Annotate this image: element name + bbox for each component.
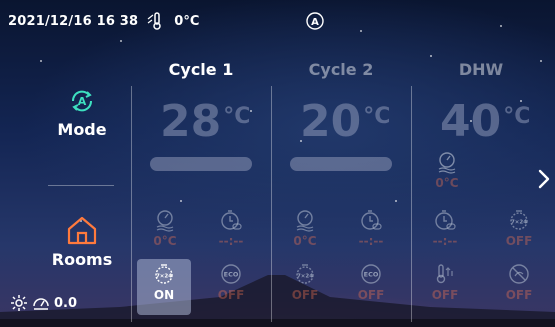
svg-text:ECO: ECO: [364, 271, 379, 279]
svg-text:A: A: [78, 95, 87, 108]
cycle-1-heat-value: 0°C: [153, 234, 177, 248]
weekly-schedule-icon: 7×24: [510, 210, 528, 230]
rooms-label: Rooms: [51, 250, 113, 269]
dhw-timer-value: --:--: [432, 234, 458, 248]
house-icon: [67, 216, 97, 245]
timer-icon: [361, 210, 382, 230]
cycle-1-heat-indicator: 0°C: [140, 208, 190, 248]
cycle-1-power-toggle[interactable]: [150, 157, 252, 171]
thermometer-boost-icon: [436, 264, 453, 284]
cycle-1-temp-value: 28: [160, 96, 222, 147]
mode-button[interactable]: A Mode: [42, 86, 122, 139]
left-divider: [48, 185, 114, 186]
tab-cycle-1[interactable]: Cycle 1: [146, 60, 256, 79]
cycle-1-weekly-schedule-button[interactable]: 7×24 ON: [139, 262, 189, 302]
dhw-disinfect-button[interactable]: OFF: [494, 262, 544, 302]
dhw-boost-value: OFF: [431, 288, 459, 302]
cycle-2-weekly-schedule-button[interactable]: 7×24 OFF: [280, 262, 330, 302]
column-divider: [271, 86, 272, 322]
tab-dhw[interactable]: DHW: [426, 60, 536, 79]
cycle-2-timer-button[interactable]: --:--: [346, 208, 396, 248]
timer-icon: [221, 210, 242, 230]
eco-icon: ECO: [361, 264, 381, 284]
dhw-timer-button[interactable]: --:--: [420, 208, 470, 248]
dhw-temp[interactable]: 40°C: [440, 96, 530, 147]
svg-text:A: A: [311, 17, 319, 28]
cycle-2-heat-value: 0°C: [293, 234, 317, 248]
bottom-status: 0.0: [10, 294, 77, 312]
column-divider: [411, 86, 412, 322]
cycle-2-temp-value: 20: [300, 96, 362, 147]
dhw-boost-button[interactable]: OFF: [420, 262, 470, 302]
dhw-heat-indicator: 0°C: [422, 150, 472, 190]
heater-gauge-icon: [156, 210, 174, 232]
svg-text:ECO: ECO: [224, 271, 239, 279]
weekly-schedule-icon: 7×24: [296, 264, 314, 284]
cycle-2-heat-indicator: 0°C: [280, 208, 330, 248]
timer-icon: [435, 210, 456, 230]
heater-gauge-icon: [438, 152, 456, 174]
cycle-2-eco-button[interactable]: ECO OFF: [346, 262, 396, 302]
cycle-2-temp-unit: °C: [363, 104, 391, 129]
cycle-1-timer-value: --:--: [218, 234, 244, 248]
cycle-1-weekly-value: ON: [153, 288, 175, 302]
weekly-schedule-icon: 7×24: [155, 264, 173, 284]
heater-gauge-icon: [296, 210, 314, 232]
home-screen: 2021/12/16 16 38 0°C A A Mode Rooms 0.0 …: [0, 0, 555, 327]
outdoor-thermometer-icon: [147, 12, 162, 30]
cycle-1-temp[interactable]: 28°C: [160, 96, 250, 147]
bottom-value: 0.0: [54, 295, 78, 311]
gear-icon: [11, 295, 27, 311]
gauge-icon: [33, 298, 49, 310]
chevron-right-icon[interactable]: [537, 168, 551, 190]
cycle-2-weekly-value: OFF: [291, 288, 319, 302]
disinfect-off-icon: [509, 264, 529, 284]
cycle-1-timer-button[interactable]: --:--: [206, 208, 256, 248]
column-divider: [131, 86, 132, 322]
cycle-2-eco-value: OFF: [357, 288, 385, 302]
cycle-1-eco-value: OFF: [217, 288, 245, 302]
mode-icon: A: [71, 90, 93, 112]
datetime-text: 2021/12/16 16 38: [8, 13, 139, 29]
mountain-silhouette: [0, 275, 555, 327]
outdoor-temp-text: 0°C: [174, 13, 200, 29]
cycle-2-timer-value: --:--: [358, 234, 384, 248]
rooms-button[interactable]: Rooms: [42, 214, 122, 269]
cycle-1-temp-unit: °C: [223, 104, 251, 129]
dhw-temp-value: 40: [440, 96, 502, 147]
svg-text:7×24: 7×24: [297, 274, 313, 280]
cycle-2-temp[interactable]: 20°C: [300, 96, 390, 147]
dhw-temp-unit: °C: [503, 104, 531, 129]
cycle-2-power-toggle[interactable]: [290, 157, 392, 171]
svg-text:7×24: 7×24: [156, 274, 172, 280]
cycle-1-eco-button[interactable]: ECO OFF: [206, 262, 256, 302]
svg-text:7×24: 7×24: [511, 220, 527, 226]
dhw-disinfect-value: OFF: [505, 288, 533, 302]
mode-label: Mode: [57, 120, 107, 139]
dhw-heat-value: 0°C: [435, 176, 459, 190]
tab-cycle-2[interactable]: Cycle 2: [286, 60, 396, 79]
auto-mode-icon: A: [306, 12, 324, 30]
status-bar: 2021/12/16 16 38 0°C: [8, 10, 199, 32]
dhw-weekly-schedule-button[interactable]: 7×24 OFF: [494, 208, 544, 248]
dhw-weekly-value: OFF: [505, 234, 533, 248]
eco-icon: ECO: [221, 264, 241, 284]
